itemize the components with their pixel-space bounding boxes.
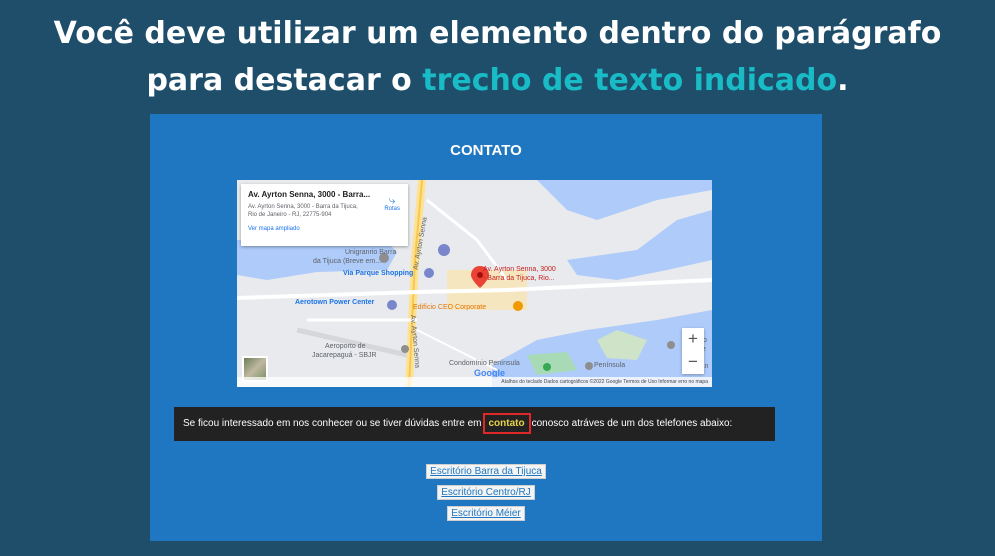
headline-line-2: para destacar o trecho de texto indicado… [0,57,995,104]
map-label-condominio: Condomínio Península [449,360,520,367]
directions-label: Rotas [384,206,400,212]
airport-poi-icon [401,345,409,353]
shopping-poi-icon [424,268,434,278]
zoom-control[interactable]: + − [682,328,704,374]
park-poi-icon [543,363,551,371]
map-label-unigranrio-2: da Tijuca (Breve em... [313,258,382,265]
map-info-card: Av. Ayrton Senna, 3000 - Barra... Av. Ay… [241,184,408,246]
directions-button[interactable]: ⤷ Rotas [384,194,400,212]
map-label-aeroporto: Aeroporto de [325,343,366,350]
headline: Você deve utilizar um elemento dentro do… [0,10,995,104]
parking-icon [438,244,450,256]
link-escritorio-meier[interactable]: Escritório Méier [447,506,525,521]
directions-icon: ⤷ [388,193,396,207]
map-label-unigranrio: Unigranrio Barra [345,249,397,256]
headline-line-2-post: . [837,63,849,98]
map-label-marker-2: - Barra da Tijuca, Rio... [483,275,555,282]
paragraph-text-after: conosco atráves de um dos telefones abai… [531,418,733,429]
map-attribution[interactable]: Atalhos do teclado Dados cartográficos ©… [237,377,712,387]
map-label-aerotown: Aerotown Power Center [295,299,375,306]
zoom-out-button[interactable]: − [682,351,704,374]
map-label-via-parque: Via Parque Shopping [343,270,414,277]
map-card-title: Av. Ayrton Senna, 3000 - Barra... [248,190,371,199]
highlighted-text: contato [482,413,531,434]
zoom-in-button[interactable]: + [682,328,704,351]
power-center-poi-icon [387,300,397,310]
headline-line-2-pre: para destacar o [146,63,423,98]
contact-paragraph: Se ficou interessado em nos conhecer ou … [174,407,775,441]
embedded-map[interactable]: Av. Ayrton Senna, 3000 - Barra... Av. Ay… [237,180,712,387]
page-title: CONTATO [450,142,522,159]
contact-panel: CONTATO Av. Ayrton Senna, 3000 - Barra..… [150,114,822,541]
paragraph-text-before: Se ficou interessado em nos conhecer ou … [183,418,482,429]
headline-line-1: Você deve utilizar um elemento dentro do… [53,16,942,51]
map-label-edificio: Edifício CEO Corporate [413,304,487,311]
map-water-east [567,210,712,280]
map-label-marker: Av. Ayrton Senna, 3000 [483,266,556,273]
office-links: Escritório Barra da Tijuca Escritório Ce… [150,464,822,527]
map-water-north [537,180,712,220]
food-poi-icon [513,301,523,311]
link-escritorio-barra[interactable]: Escritório Barra da Tijuca [426,464,546,479]
map-label-peninsula: Península [594,362,626,369]
headline-highlight: trecho de texto indicado [422,63,838,98]
map-card-address: Av. Ayrton Senna, 3000 - Barra da Tijuca… [248,204,358,218]
view-larger-map-link[interactable]: Ver mapa ampliado [248,226,401,232]
link-escritorio-centro[interactable]: Escritório Centro/RJ [437,485,535,500]
map-label-aeroporto-2: Jacarepaguá - SBJR [312,352,377,359]
